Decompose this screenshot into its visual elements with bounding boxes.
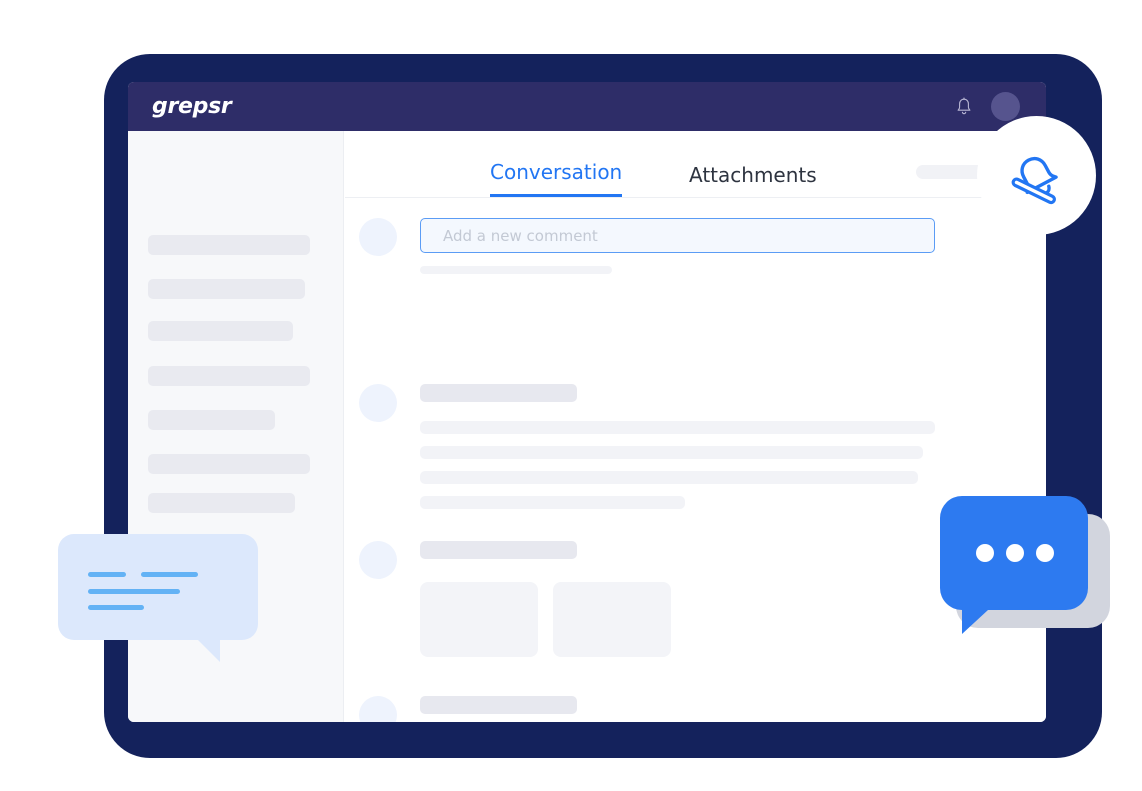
author-name-placeholder <box>420 541 577 559</box>
header-actions <box>955 92 1020 121</box>
bubble-line <box>141 572 198 577</box>
bell-notification-badge[interactable] <box>977 116 1096 235</box>
chat-bubble-typing-dots <box>940 496 1112 642</box>
bell-icon[interactable] <box>955 97 973 117</box>
app-header-bar: grepsr <box>128 82 1046 131</box>
app-logo[interactable]: grepsr <box>152 94 232 119</box>
message-body <box>420 541 671 657</box>
bubble-shape <box>58 534 258 662</box>
sidebar-item-placeholder[interactable] <box>148 321 293 341</box>
bell-icon <box>1011 156 1058 204</box>
tab-attachments[interactable]: Attachments <box>689 163 817 197</box>
bubble-line <box>88 589 180 594</box>
bubble-line <box>88 605 144 610</box>
attachment-thumbnail[interactable] <box>553 582 671 657</box>
message-line-placeholder <box>420 446 923 459</box>
sidebar-item-placeholder[interactable] <box>148 454 310 474</box>
sidebar-item-placeholder[interactable] <box>148 366 310 386</box>
message-line-placeholder <box>420 471 918 484</box>
typing-dot <box>1036 544 1054 562</box>
comment-input[interactable] <box>420 218 935 253</box>
message-body <box>420 696 943 722</box>
author-avatar <box>359 696 397 722</box>
message-line-placeholder <box>420 421 935 434</box>
typing-dot <box>1006 544 1024 562</box>
bubble-line <box>88 572 126 577</box>
sidebar-item-placeholder[interactable] <box>148 235 310 255</box>
app-screen: grepsr Conversation Attachments Add a ne… <box>128 82 1046 722</box>
conversation-feed <box>345 198 1046 722</box>
tab-bar: Conversation Attachments <box>345 131 1046 198</box>
tab-conversation[interactable]: Conversation <box>490 160 623 197</box>
composer-body <box>420 218 935 274</box>
sidebar-item-placeholder[interactable] <box>148 410 275 430</box>
sidebar-item-placeholder[interactable] <box>148 279 305 299</box>
chat-bubble-lines <box>58 534 258 662</box>
attachment-thumbnail[interactable] <box>420 582 538 657</box>
author-avatar <box>359 384 397 422</box>
message-body <box>420 384 935 509</box>
author-name-placeholder <box>420 696 577 714</box>
sidebar-item-placeholder[interactable] <box>148 493 295 513</box>
author-avatar <box>359 541 397 579</box>
avatar[interactable] <box>991 92 1020 121</box>
illustration-stage: grepsr Conversation Attachments Add a ne… <box>0 0 1142 791</box>
message-line-placeholder <box>420 496 685 509</box>
composer-hint-placeholder <box>420 266 612 274</box>
author-name-placeholder <box>420 384 577 402</box>
typing-dot <box>976 544 994 562</box>
current-user-avatar <box>359 218 397 256</box>
